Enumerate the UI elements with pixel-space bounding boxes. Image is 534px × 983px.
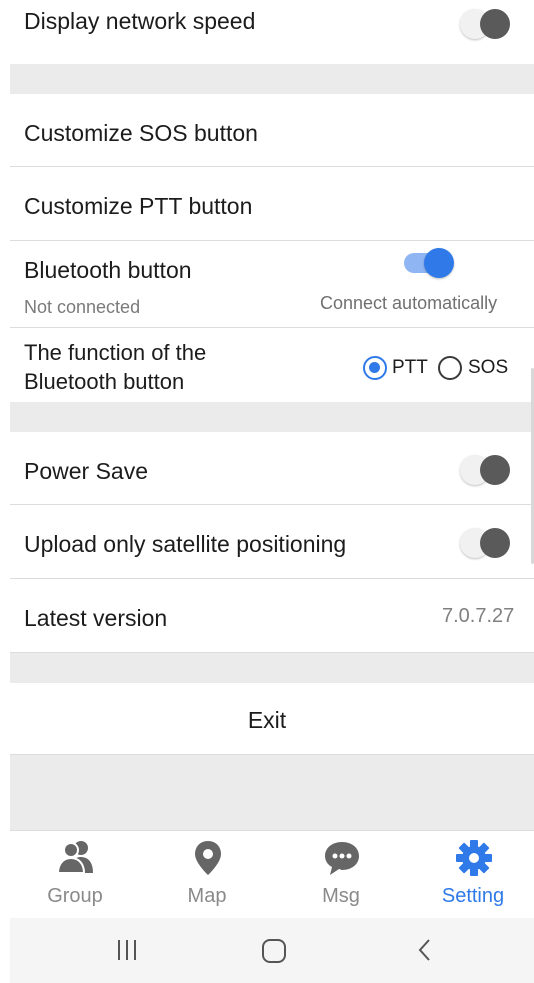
map-pin-icon: [195, 841, 221, 875]
bottom-tab-bar: Group Map Msg Setting: [10, 830, 534, 919]
tab-group-label: Group: [47, 885, 103, 907]
section-gap: [10, 64, 534, 94]
customize-sos-label: Customize SOS button: [24, 120, 258, 146]
bluetooth-button-row: Bluetooth button Not connected Connect a…: [10, 241, 534, 328]
power-save-row[interactable]: Power Save: [10, 432, 534, 505]
display-network-speed-toggle[interactable]: [460, 9, 510, 39]
upload-satellite-toggle[interactable]: [460, 528, 510, 558]
latest-version-row[interactable]: Latest version 7.0.7.27: [10, 579, 534, 653]
connect-automatically-label: Connect automatically: [320, 293, 498, 313]
sos-radio[interactable]: [438, 356, 462, 380]
home-icon[interactable]: [261, 938, 287, 964]
upload-satellite-row[interactable]: Upload only satellite positioning: [10, 505, 534, 579]
latest-version-value: 7.0.7.27: [442, 605, 515, 627]
section-gap: [10, 402, 534, 432]
tab-setting-label: Setting: [441, 885, 505, 907]
system-nav-bar: [10, 918, 534, 983]
bottom-filler: [10, 755, 534, 830]
ptt-radio-label[interactable]: PTT: [392, 357, 428, 379]
bluetooth-button-label: Bluetooth button: [24, 257, 192, 283]
bluetooth-function-label-line2: Bluetooth button: [24, 369, 185, 394]
customize-ptt-label: Customize PTT button: [24, 193, 253, 219]
exit-button[interactable]: Exit: [10, 683, 534, 755]
customize-ptt-row[interactable]: Customize PTT button: [10, 167, 534, 241]
group-icon: [57, 841, 93, 874]
latest-version-label: Latest version: [24, 605, 168, 631]
power-save-label: Power Save: [24, 458, 149, 484]
bluetooth-function-row: The function of the Bluetooth button PTT…: [10, 328, 534, 402]
bluetooth-function-label-line1: The function of the: [24, 340, 207, 365]
exit-label: Exit: [247, 707, 287, 733]
customize-sos-row[interactable]: Customize SOS button: [10, 94, 534, 167]
display-network-speed-row[interactable]: Display network speed: [10, 0, 534, 64]
back-icon[interactable]: [415, 938, 435, 962]
gear-icon: [456, 840, 492, 876]
section-gap: [10, 653, 534, 683]
bluetooth-status: Not connected: [24, 297, 141, 317]
bluetooth-auto-connect-toggle[interactable]: [404, 248, 454, 278]
tab-msg-label: Msg: [322, 885, 360, 907]
display-network-speed-label: Display network speed: [24, 8, 256, 34]
power-save-toggle[interactable]: [460, 455, 510, 485]
upload-satellite-label: Upload only satellite positioning: [24, 531, 347, 557]
recent-apps-icon[interactable]: [115, 938, 139, 962]
sos-radio-label[interactable]: SOS: [468, 357, 508, 379]
chat-icon: [325, 842, 359, 875]
ptt-radio[interactable]: [363, 356, 387, 380]
tab-map-label: Map: [187, 885, 227, 907]
